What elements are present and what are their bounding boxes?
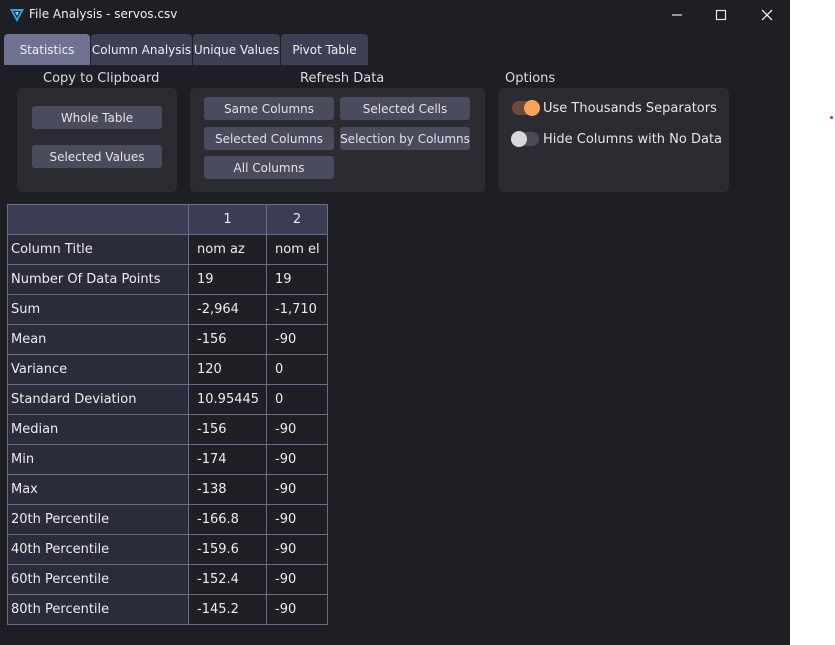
copy-group [17, 88, 177, 192]
table-row[interactable]: 80th Percentile -145.2 -90 [7, 594, 328, 625]
refresh-selected-columns-button[interactable]: Selected Columns [204, 127, 334, 150]
table-row[interactable]: 40th Percentile -159.6 -90 [7, 534, 328, 565]
table-cell[interactable]: 120 [188, 354, 267, 385]
table-cell[interactable]: 0 [266, 384, 328, 415]
statistics-table: 1 2 Column Title nom az nom el Number Of Da… [7, 204, 328, 625]
minimize-icon [672, 14, 682, 16]
refresh-all-columns-button[interactable]: All Columns [204, 156, 334, 179]
options-group-title: Options [505, 71, 556, 86]
copy-group-title: Copy to Clipboard [43, 71, 160, 86]
table-cell[interactable]: 10.95445 [188, 384, 267, 415]
table-row[interactable]: Column Title nom az nom el [7, 234, 328, 265]
title-bar[interactable]: File Analysis - servos.csv [0, 0, 790, 30]
table-cell[interactable]: nom el [266, 234, 328, 265]
analysis-window: File Analysis - servos.csv Statistics Co… [0, 0, 790, 645]
row-label: Median [7, 414, 189, 445]
row-label: Sum [7, 294, 189, 325]
row-label: Column Title [7, 234, 189, 265]
column-header[interactable]: 2 [266, 204, 328, 235]
table-cell[interactable]: -90 [266, 564, 328, 595]
table-cell[interactable]: -145.2 [188, 594, 267, 625]
thousands-separator-label: Use Thousands Separators [543, 101, 717, 116]
table-cell[interactable]: -90 [266, 414, 328, 445]
app-icon [10, 9, 24, 22]
red-dot [830, 116, 833, 119]
row-label: Min [7, 444, 189, 475]
table-cell[interactable]: 19 [266, 264, 328, 295]
table-row[interactable]: Max -138 -90 [7, 474, 328, 505]
table-cell[interactable]: -90 [266, 324, 328, 355]
copy-selected-values-button[interactable]: Selected Values [32, 145, 162, 168]
table-cell[interactable]: -1,710 [266, 294, 328, 325]
table-cell[interactable]: -166.8 [188, 504, 267, 535]
row-label: 60th Percentile [7, 564, 189, 595]
refresh-same-columns-button[interactable]: Same Columns [204, 97, 334, 120]
table-row[interactable]: Variance 120 0 [7, 354, 328, 385]
tab-unique-values[interactable]: Unique Values [193, 34, 280, 65]
window-title: File Analysis - servos.csv [29, 7, 178, 21]
row-label: 20th Percentile [7, 504, 189, 535]
row-label: Number Of Data Points [7, 264, 189, 295]
row-label: Mean [7, 324, 189, 355]
table-cell[interactable]: 19 [188, 264, 267, 295]
table-row[interactable]: Mean -156 -90 [7, 324, 328, 355]
table-cell[interactable]: -2,964 [188, 294, 267, 325]
table-cell[interactable]: -138 [188, 474, 267, 505]
row-label: 40th Percentile [7, 534, 189, 565]
table-row[interactable]: 20th Percentile -166.8 -90 [7, 504, 328, 535]
table-row[interactable]: Standard Deviation 10.95445 0 [7, 384, 328, 415]
copy-whole-table-button[interactable]: Whole Table [32, 106, 162, 129]
corner-header-cell [7, 204, 189, 235]
hide-empty-columns-label: Hide Columns with No Data [543, 132, 723, 147]
table-row[interactable]: Sum -2,964 -1,710 [7, 294, 328, 325]
table-cell[interactable]: -156 [188, 324, 267, 355]
row-label: Max [7, 474, 189, 505]
minimize-button[interactable] [654, 0, 700, 30]
table-cell[interactable]: -90 [266, 444, 328, 475]
refresh-selection-by-columns-button[interactable]: Selection by Columns [340, 127, 470, 150]
table-row[interactable]: 60th Percentile -152.4 -90 [7, 564, 328, 595]
table-row[interactable]: Number Of Data Points 19 19 [7, 264, 328, 295]
tab-column-analysis[interactable]: Column Analysis [91, 34, 192, 65]
close-icon [761, 9, 773, 21]
maximize-icon [715, 9, 727, 21]
table-row[interactable]: Min -174 -90 [7, 444, 328, 475]
close-button[interactable] [744, 0, 790, 30]
thousands-separator-toggle[interactable] [512, 100, 540, 116]
tab-statistics[interactable]: Statistics [4, 34, 90, 65]
table-cell[interactable]: -90 [266, 534, 328, 565]
toggle-knob [524, 100, 540, 116]
table-cell[interactable]: -156 [188, 414, 267, 445]
column-header[interactable]: 1 [188, 204, 267, 235]
table-cell[interactable]: -152.4 [188, 564, 267, 595]
refresh-selected-cells-button[interactable]: Selected Cells [340, 97, 470, 120]
table-cell[interactable]: -90 [266, 474, 328, 505]
table-row[interactable]: Median -156 -90 [7, 414, 328, 445]
tab-pivot-table[interactable]: Pivot Table [281, 34, 368, 65]
table-header-row: 1 2 [7, 204, 328, 235]
table-cell[interactable]: -174 [188, 444, 267, 475]
table-cell[interactable]: 0 [266, 354, 328, 385]
table-cell[interactable]: nom az [188, 234, 267, 265]
table-cell[interactable]: -159.6 [188, 534, 267, 565]
table-cell[interactable]: -90 [266, 594, 328, 625]
hide-empty-columns-toggle[interactable] [511, 131, 539, 147]
refresh-group-title: Refresh Data [300, 71, 385, 86]
row-label: 80th Percentile [7, 594, 189, 625]
maximize-button[interactable] [698, 0, 744, 30]
row-label: Standard Deviation [7, 384, 189, 415]
table-cell[interactable]: -90 [266, 504, 328, 535]
row-label: Variance [7, 354, 189, 385]
toggle-knob [511, 131, 527, 147]
